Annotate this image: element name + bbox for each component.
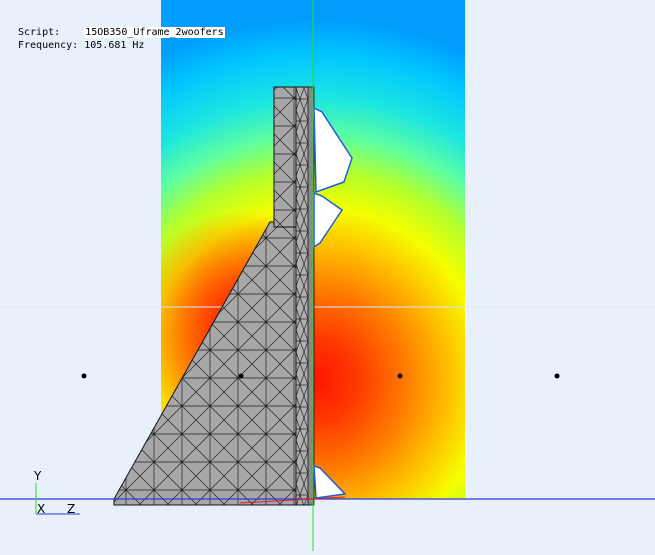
probe-point[interactable]	[81, 373, 87, 379]
info-overlay: Script: 15OB350_Uframe_2woofers Frequenc…	[18, 26, 225, 52]
frequency-label: Frequency:	[18, 40, 79, 51]
probe-point[interactable]	[554, 373, 560, 379]
3d-viewport[interactable]: Script: 15OB350_Uframe_2woofers Frequenc…	[0, 0, 655, 551]
probe-point[interactable]	[238, 373, 244, 379]
triad-y-label: Y	[34, 469, 42, 483]
frequency-value: 105.681 Hz	[84, 40, 145, 51]
script-label: Script:	[18, 27, 61, 38]
enclosure-panel	[273, 86, 299, 228]
triad-z-label: Z	[67, 502, 76, 516]
triad-x-label: X	[37, 502, 46, 516]
probe-point[interactable]	[397, 373, 403, 379]
simulation-canvas[interactable]	[0, 0, 655, 551]
script-value: 15OB350_Uframe_2woofers	[84, 27, 225, 38]
